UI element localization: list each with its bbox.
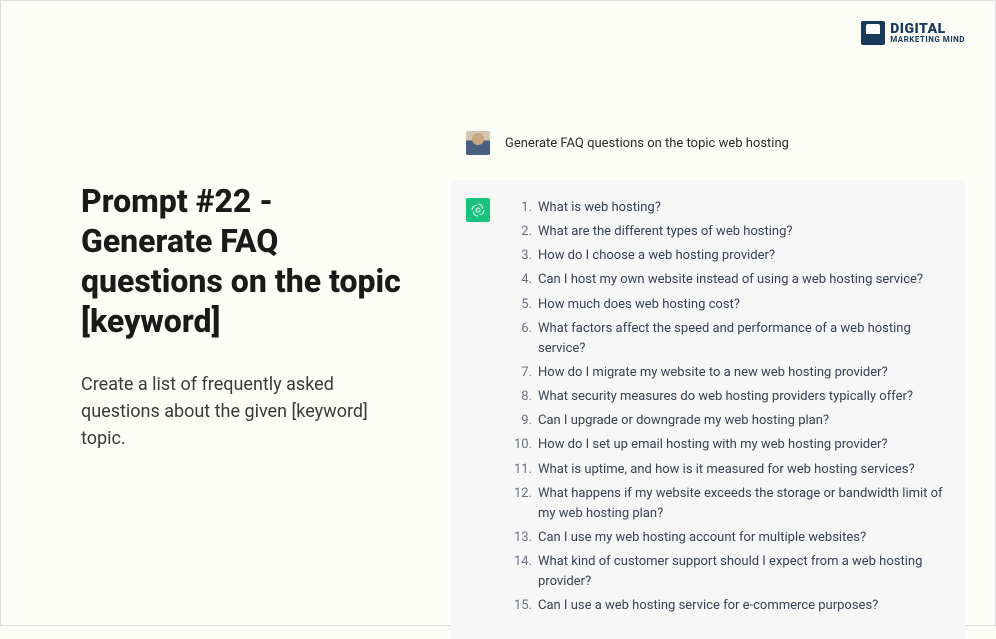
list-item: What happens if my website exceeds the s… xyxy=(510,484,945,524)
brand-logo: DIGITAL MARKETING MIND xyxy=(861,21,965,45)
prompt-description: Create a list of frequently asked questi… xyxy=(81,371,411,452)
list-item: How do I migrate my website to a new web… xyxy=(510,363,945,383)
prompt-heading: Prompt #22 - Generate FAQ questions on t… xyxy=(81,181,411,341)
user-avatar-icon xyxy=(466,131,490,155)
user-message-text: Generate FAQ questions on the topic web … xyxy=(505,136,789,151)
list-item: Can I host my own website instead of usi… xyxy=(510,270,945,290)
chat-user-row: Generate FAQ questions on the topic web … xyxy=(451,121,965,165)
list-item: Can I use a web hosting service for e-co… xyxy=(510,596,945,616)
chat-response-block: What is web hosting? What are the differ… xyxy=(451,180,965,639)
logo-text-top: DIGITAL xyxy=(890,22,965,36)
list-item: How much does web hosting cost? xyxy=(510,295,945,315)
list-item: What kind of customer support should I e… xyxy=(510,552,945,592)
faq-list: What is web hosting? What are the differ… xyxy=(510,198,945,621)
right-panel: Generate FAQ questions on the topic web … xyxy=(441,61,995,625)
main-content: Prompt #22 - Generate FAQ questions on t… xyxy=(1,1,995,625)
list-item: How do I set up email hosting with my we… xyxy=(510,435,945,455)
list-item: How do I choose a web hosting provider? xyxy=(510,246,945,266)
list-item: What is uptime, and how is it measured f… xyxy=(510,460,945,480)
logo-icon xyxy=(861,21,885,45)
list-item: What is web hosting? xyxy=(510,198,945,218)
left-panel: Prompt #22 - Generate FAQ questions on t… xyxy=(1,61,441,625)
list-item: Can I use my web hosting account for mul… xyxy=(510,528,945,548)
list-item: Can I upgrade or downgrade my web hostin… xyxy=(510,411,945,431)
ai-avatar-icon xyxy=(466,198,490,222)
logo-text-bottom: MARKETING MIND xyxy=(890,36,965,44)
list-item: What are the different types of web host… xyxy=(510,222,945,242)
list-item: What security measures do web hosting pr… xyxy=(510,387,945,407)
logo-text: DIGITAL MARKETING MIND xyxy=(890,22,965,44)
list-item: What factors affect the speed and perfor… xyxy=(510,319,945,359)
